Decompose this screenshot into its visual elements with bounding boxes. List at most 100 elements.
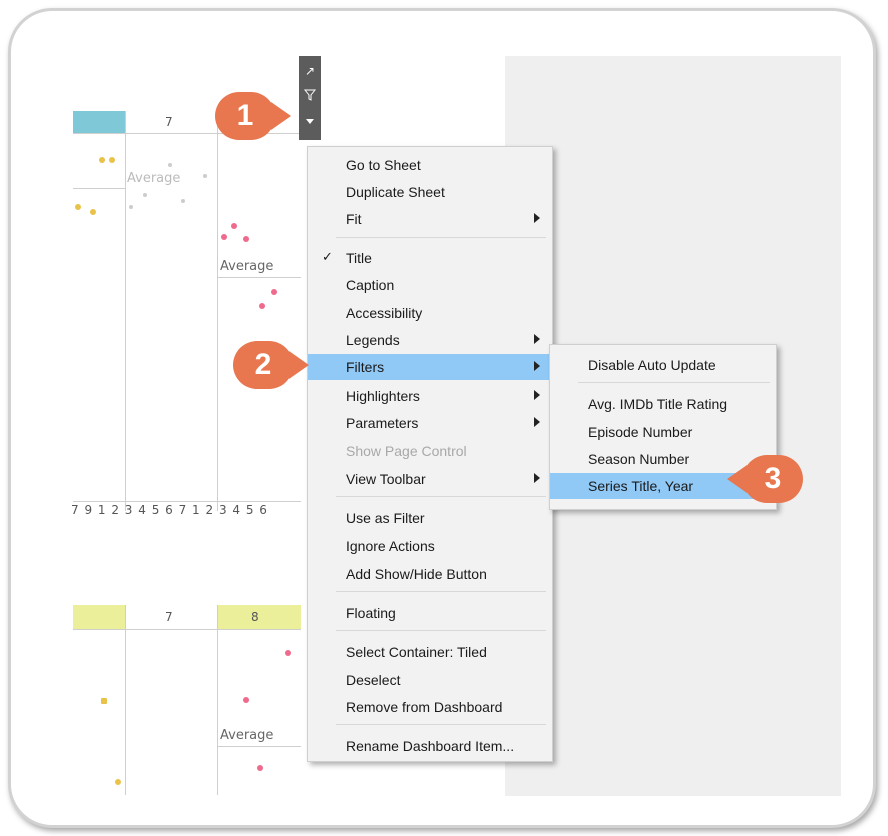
menu-item-label: Filters xyxy=(346,359,385,375)
data-point xyxy=(101,698,107,704)
axis-line xyxy=(73,501,301,502)
menu-item-view-toolbar[interactable]: View Toolbar xyxy=(308,466,552,492)
menu-item-label: Use as Filter xyxy=(346,510,425,526)
menu-item-label: Go to Sheet xyxy=(346,157,421,173)
menu-item-label: Add Show/Hide Button xyxy=(346,566,487,582)
data-point xyxy=(99,157,105,163)
average-line xyxy=(73,188,125,189)
menu-separator xyxy=(336,237,546,238)
column-header-yellow xyxy=(73,605,125,629)
menu-item-go-to-sheet[interactable]: Go to Sheet xyxy=(308,152,552,178)
data-point xyxy=(257,765,263,771)
data-point xyxy=(129,205,133,209)
menu-item-label: Fit xyxy=(346,211,362,227)
menu-item-accessibility[interactable]: Accessibility xyxy=(308,300,552,326)
submenu-item-label: Season Number xyxy=(588,451,690,467)
submenu-item-label: Avg. IMDb Title Rating xyxy=(588,396,728,412)
column-header-7: 7 xyxy=(165,610,173,624)
data-point xyxy=(221,234,227,240)
step-badge-3: 3 xyxy=(727,455,803,503)
column-header-7: 7 xyxy=(165,115,173,129)
menu-item-label: Parameters xyxy=(346,415,419,431)
data-point xyxy=(285,650,291,656)
data-point xyxy=(271,289,277,295)
average-label: Average xyxy=(220,728,274,743)
menu-item-show-page-control: Show Page Control xyxy=(308,438,552,464)
submenu-arrow-icon xyxy=(534,390,540,400)
column-header-blue xyxy=(73,111,125,134)
submenu-arrow-icon xyxy=(534,473,540,483)
menu-item-rename-dashboard-item[interactable]: Rename Dashboard Item... xyxy=(308,733,552,759)
step-badge-2: 2 xyxy=(233,341,309,389)
data-point xyxy=(231,223,237,229)
menu-item-label: Deselect xyxy=(346,672,401,688)
menu-item-label: Rename Dashboard Item... xyxy=(346,738,515,754)
data-point xyxy=(243,697,249,703)
pane-divider xyxy=(217,605,218,795)
submenu-item-label: Series Title, Year xyxy=(588,478,694,494)
data-point xyxy=(181,199,185,203)
menu-item-label: Show Page Control xyxy=(346,443,467,459)
average-label-faded: Average xyxy=(127,171,181,186)
menu-item-highlighters[interactable]: Highlighters xyxy=(308,383,552,409)
step-badge-1: 1 xyxy=(215,92,291,140)
submenu-arrow-icon xyxy=(534,213,540,223)
submenu-item-avg-imdb-title-rating[interactable]: Avg. IMDb Title Rating xyxy=(550,391,776,417)
menu-item-label: Select Container: Tiled xyxy=(346,644,487,660)
column-header-8: 8 xyxy=(251,610,259,624)
menu-separator xyxy=(578,382,770,383)
menu-item-use-as-filter[interactable]: Use as Filter xyxy=(308,505,552,531)
menu-item-duplicate-sheet[interactable]: Duplicate Sheet xyxy=(308,179,552,205)
screenshot-frame: 7 Average Average 7 9 1 2 3 4 5 6 7 1 2 … xyxy=(8,8,876,828)
submenu-item-disable-auto-update[interactable]: Disable Auto Update xyxy=(550,352,776,378)
menu-separator xyxy=(336,496,546,497)
menu-item-title[interactable]: ✓ Title xyxy=(308,245,552,271)
menu-item-fit[interactable]: Fit xyxy=(308,206,552,232)
menu-item-caption[interactable]: Caption xyxy=(308,272,552,298)
submenu-item-label: Disable Auto Update xyxy=(588,357,716,373)
menu-item-floating[interactable]: Floating xyxy=(308,600,552,626)
context-menu: Go to Sheet Duplicate Sheet Fit ✓ Title C… xyxy=(307,146,553,762)
menu-item-label: Accessibility xyxy=(346,305,423,321)
filter-icon[interactable] xyxy=(299,84,321,106)
average-label: Average xyxy=(220,259,274,274)
sheet-toolbar: ↗ xyxy=(299,56,321,140)
pane-divider xyxy=(125,605,126,795)
menu-item-label: View Toolbar xyxy=(346,471,426,487)
submenu-arrow-icon xyxy=(534,417,540,427)
data-point xyxy=(90,209,96,215)
checkmark-icon: ✓ xyxy=(322,249,333,264)
dropdown-arrow-icon[interactable] xyxy=(299,110,321,132)
menu-item-parameters[interactable]: Parameters xyxy=(308,410,552,436)
submenu-arrow-icon xyxy=(534,361,540,371)
pop-out-icon[interactable]: ↗ xyxy=(299,60,321,82)
menu-item-select-container[interactable]: Select Container: Tiled xyxy=(308,639,552,665)
menu-item-ignore-actions[interactable]: Ignore Actions xyxy=(308,533,552,559)
menu-separator xyxy=(336,591,546,592)
data-point xyxy=(143,193,147,197)
data-point xyxy=(243,236,249,242)
x-axis-labels: 7 9 1 2 3 4 5 6 7 1 2 3 4 5 6 xyxy=(71,503,268,517)
menu-separator xyxy=(336,724,546,725)
submenu-arrow-icon xyxy=(534,334,540,344)
menu-separator xyxy=(336,630,546,631)
menu-item-label: Remove from Dashboard xyxy=(346,699,503,715)
pane-divider xyxy=(125,111,126,511)
menu-item-label: Title xyxy=(346,250,372,266)
menu-item-label: Floating xyxy=(346,605,396,621)
menu-item-label: Highlighters xyxy=(346,388,420,404)
menu-item-deselect[interactable]: Deselect xyxy=(308,667,552,693)
menu-item-legends[interactable]: Legends xyxy=(308,327,552,353)
menu-item-add-show-hide-button[interactable]: Add Show/Hide Button xyxy=(308,561,552,587)
menu-item-label: Duplicate Sheet xyxy=(346,184,445,200)
average-line xyxy=(217,746,301,747)
data-point xyxy=(168,163,172,167)
data-point xyxy=(109,157,115,163)
average-line xyxy=(217,277,301,278)
data-point xyxy=(203,174,207,178)
header-divider xyxy=(73,629,301,630)
submenu-item-episode-number[interactable]: Episode Number xyxy=(550,419,776,445)
menu-item-filters[interactable]: Filters xyxy=(308,354,552,380)
data-point xyxy=(259,303,265,309)
menu-item-remove-from-dashboard[interactable]: Remove from Dashboard xyxy=(308,694,552,720)
